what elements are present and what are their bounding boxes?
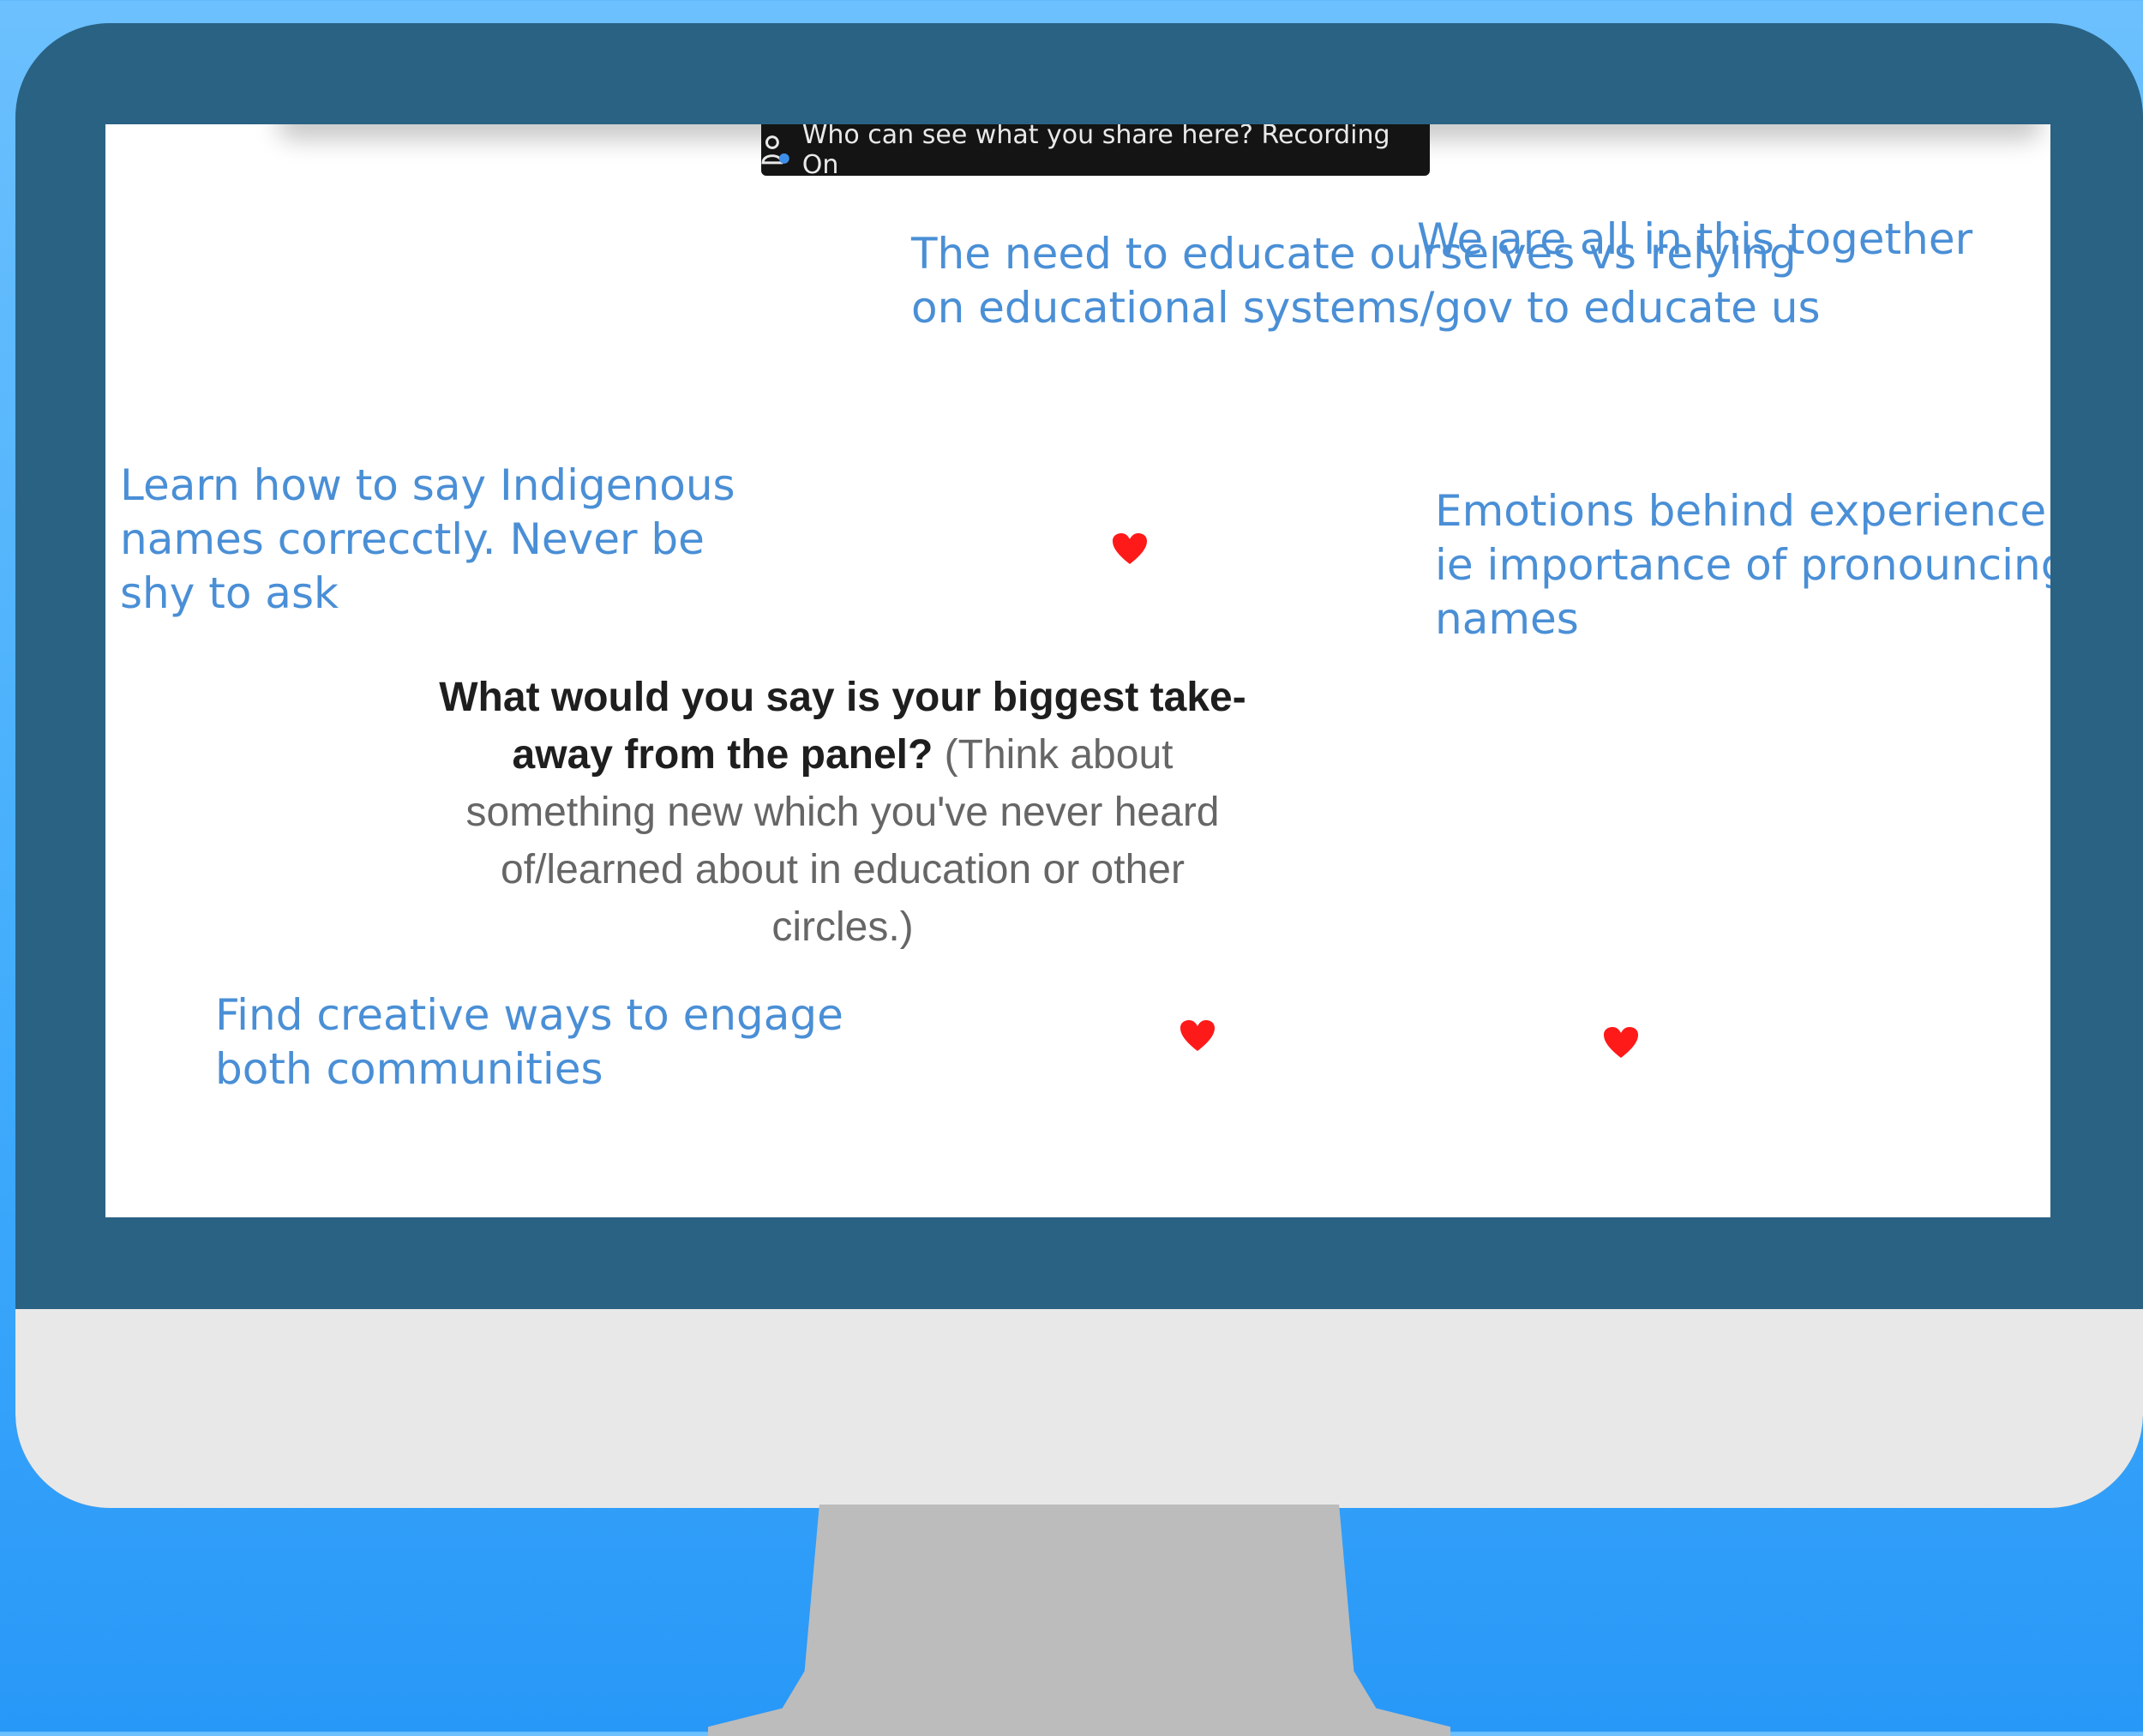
person-icon <box>761 135 789 165</box>
note-all-together[interactable]: We are all in this together <box>1417 213 2050 267</box>
heart-icon[interactable] <box>1179 1018 1216 1053</box>
board-prompt: What would you say is your biggest take-… <box>431 669 1254 956</box>
note-emotions[interactable]: Emotions behind experience - ie importan… <box>1435 484 2050 646</box>
banner-text: Who can see what you share here? Recordi… <box>801 124 1390 180</box>
monitor-stand <box>708 1505 1450 1736</box>
monitor-chin <box>15 1309 2143 1508</box>
heart-icon[interactable] <box>1111 532 1149 566</box>
note-indigenous-names[interactable]: Learn how to say Indigenous names correc… <box>120 459 771 621</box>
heart-icon[interactable] <box>1602 1025 1640 1060</box>
note-creative-ways[interactable]: Find creative ways to engage both commun… <box>215 988 901 1096</box>
whiteboard-screen[interactable]: Who can see what you share here? Recordi… <box>105 124 2050 1217</box>
recording-banner[interactable]: Who can see what you share here? Recordi… <box>761 124 1430 180</box>
